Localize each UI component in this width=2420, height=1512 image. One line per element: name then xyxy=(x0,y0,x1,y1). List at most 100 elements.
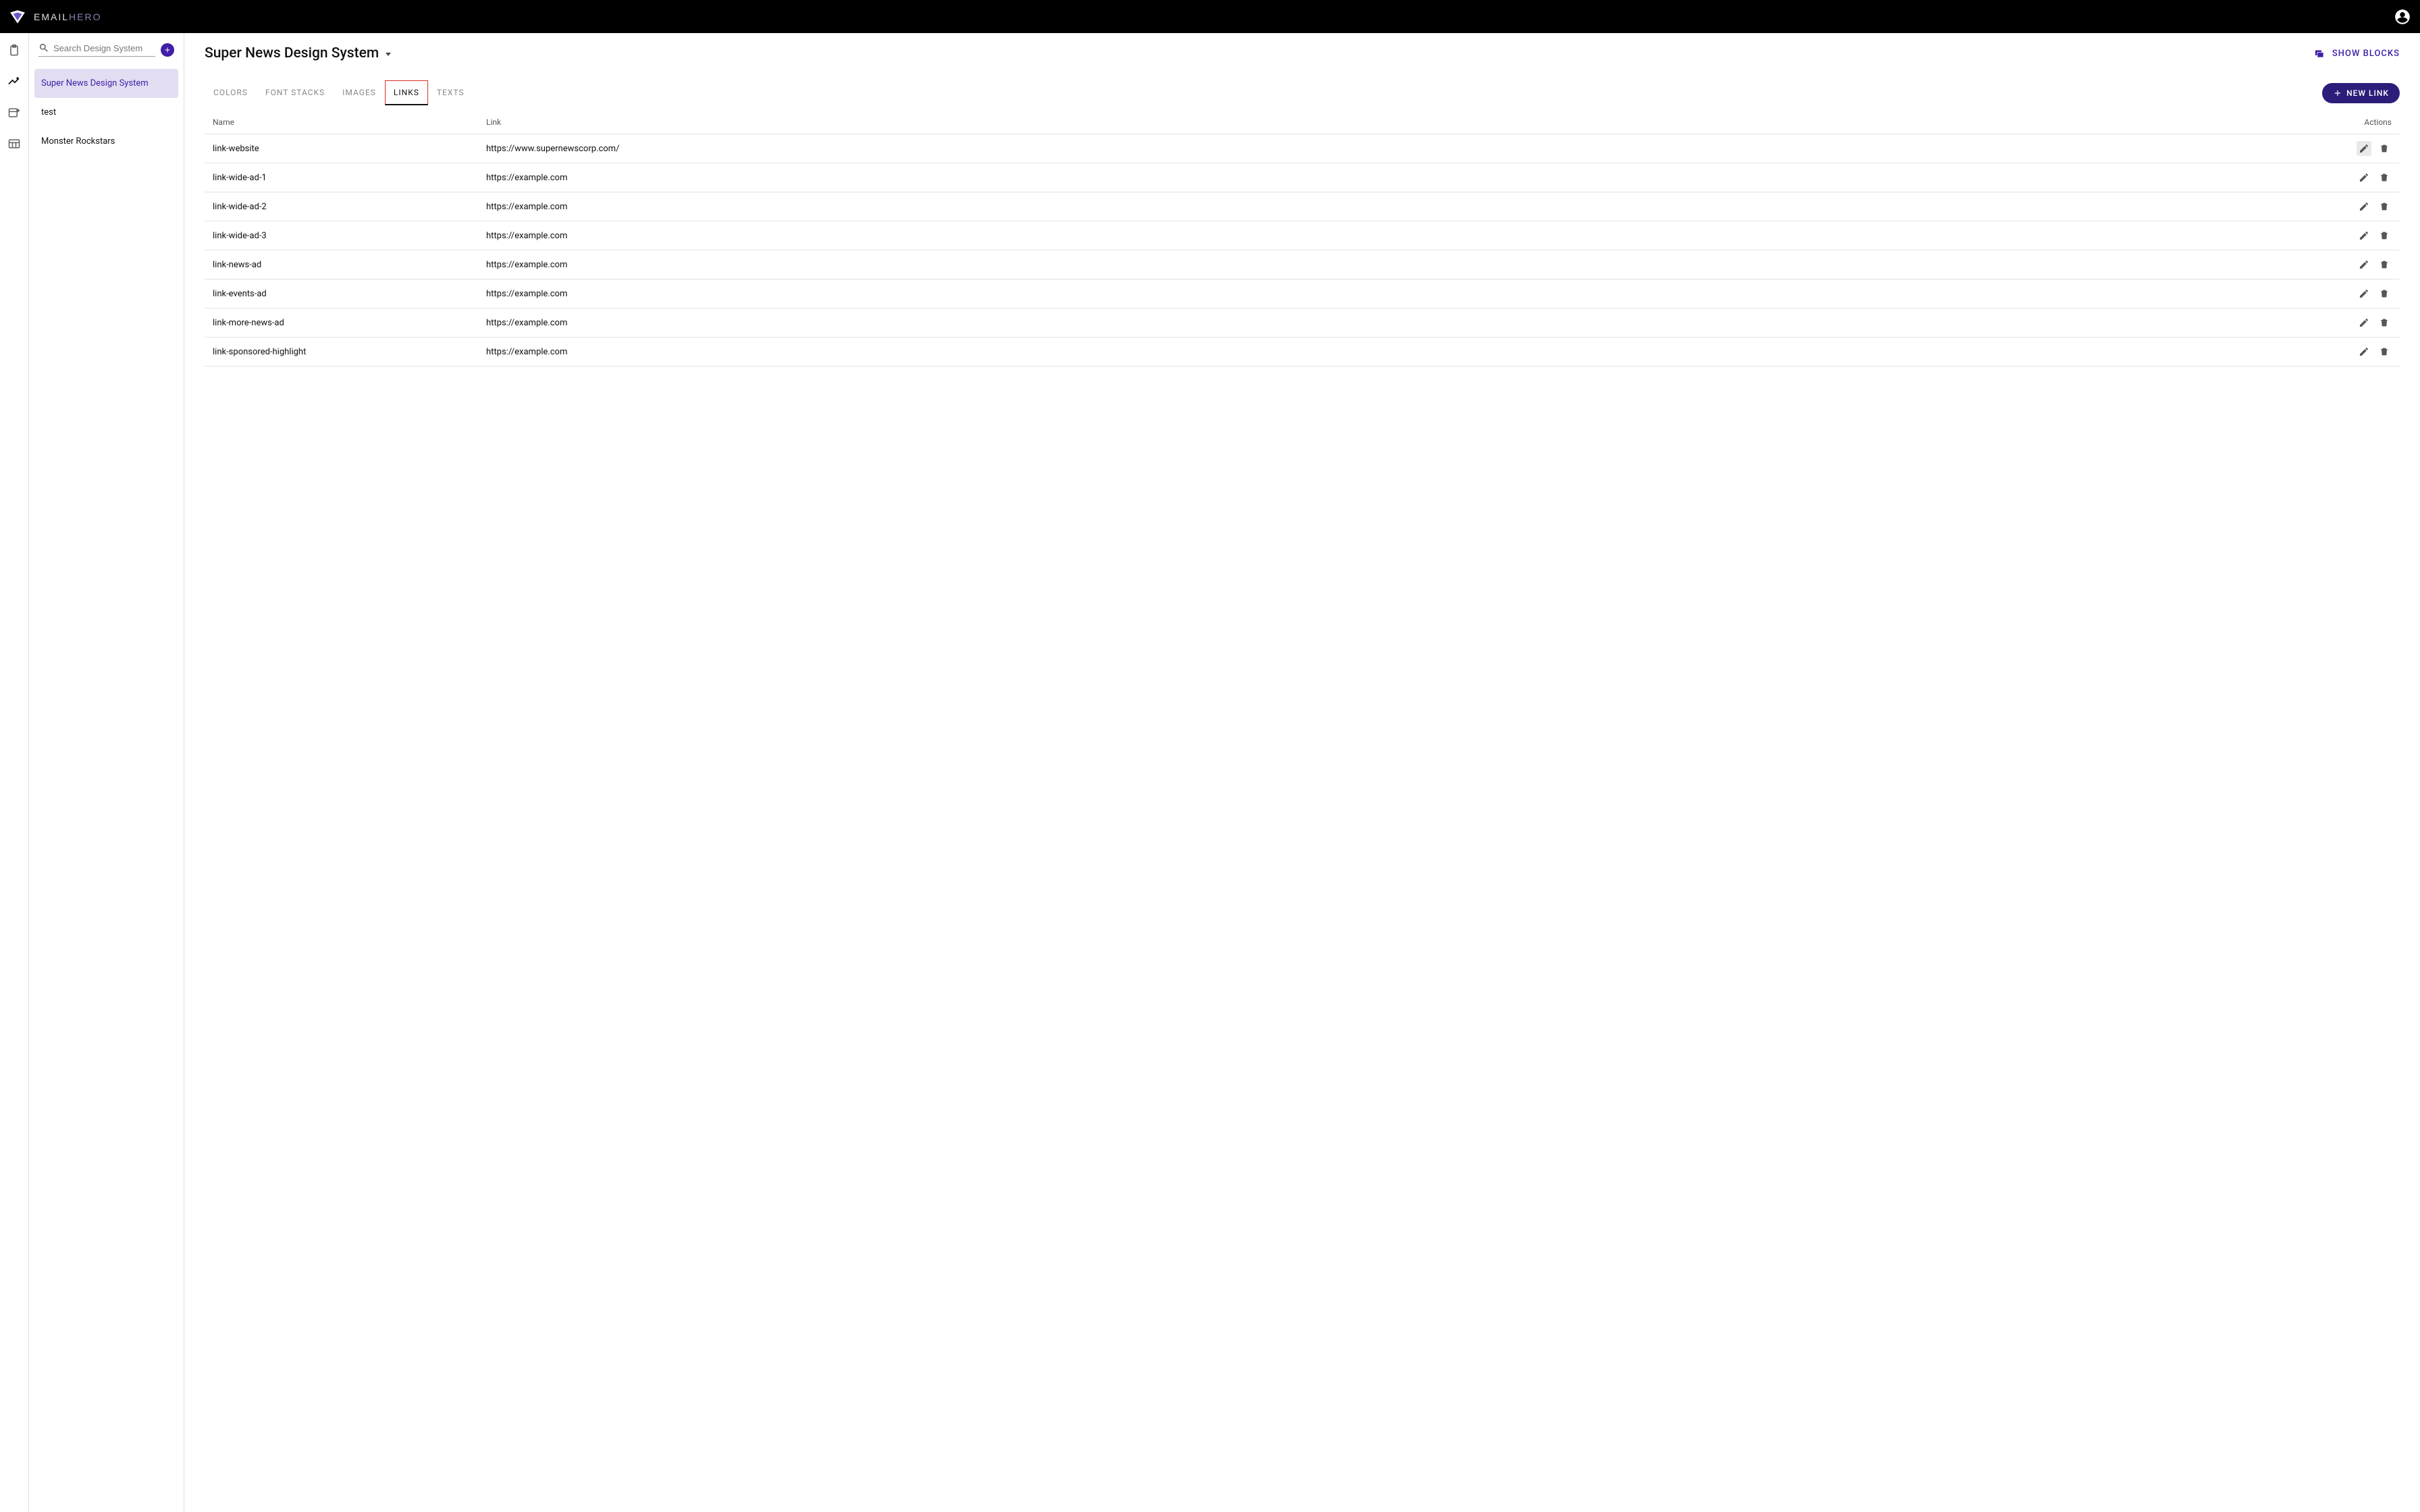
cell-actions xyxy=(2338,170,2392,185)
delete-button[interactable] xyxy=(2377,286,2392,301)
edit-button[interactable] xyxy=(2357,141,2371,156)
tab-texts[interactable]: TEXTS xyxy=(428,80,473,105)
table-row: link-wide-ad-1https://example.com xyxy=(205,163,2400,192)
pencil-icon xyxy=(2359,288,2369,299)
cell-link: https://example.com xyxy=(486,260,2338,270)
pencil-icon xyxy=(2359,346,2369,357)
edit-button[interactable] xyxy=(2357,228,2371,243)
table-row: link-news-adhttps://example.com xyxy=(205,250,2400,279)
cell-actions xyxy=(2338,344,2392,359)
rail-item-add-block[interactable] xyxy=(6,105,22,121)
pencil-icon xyxy=(2359,143,2369,154)
cell-link: https://example.com xyxy=(486,231,2338,241)
th-actions: Actions xyxy=(2338,117,2392,127)
trash-icon xyxy=(2379,288,2390,299)
edit-button[interactable] xyxy=(2357,286,2371,301)
new-link-button[interactable]: NEW LINK xyxy=(2322,83,2400,103)
table-header: Name Link Actions xyxy=(205,111,2400,134)
table-row: link-sponsored-highlighthttps://example.… xyxy=(205,337,2400,367)
search-input[interactable] xyxy=(53,43,155,53)
trash-icon xyxy=(2379,143,2390,154)
sidebar-item[interactable]: Monster Rockstars xyxy=(34,127,178,156)
tabs: COLORSFONT STACKSIMAGESLINKSTEXTS xyxy=(205,80,473,105)
delete-button[interactable] xyxy=(2377,315,2392,330)
brand[interactable]: EMAIL HERO xyxy=(8,7,101,26)
links-table: Name Link Actions link-websitehttps://ww… xyxy=(205,111,2400,367)
new-design-system-button[interactable] xyxy=(161,43,174,57)
trash-icon xyxy=(2379,172,2390,183)
rail-item-design[interactable] xyxy=(6,74,22,90)
delete-button[interactable] xyxy=(2377,257,2392,272)
edit-button[interactable] xyxy=(2357,344,2371,359)
pencil-icon xyxy=(2359,259,2369,270)
delete-button[interactable] xyxy=(2377,344,2392,359)
cell-name: link-events-ad xyxy=(213,289,486,299)
cell-name: link-wide-ad-3 xyxy=(213,231,486,241)
cell-link: https://example.com xyxy=(486,318,2338,328)
tab-font-stacks[interactable]: FONT STACKS xyxy=(257,80,334,105)
new-link-label: NEW LINK xyxy=(2346,88,2389,98)
brand-text-part1: EMAIL xyxy=(34,11,69,22)
page-title: Super News Design System xyxy=(205,45,379,61)
plus-icon xyxy=(2333,88,2342,98)
pencil-icon xyxy=(2359,230,2369,241)
trash-icon xyxy=(2379,346,2390,357)
sidebar-item[interactable]: Super News Design System xyxy=(34,69,178,98)
title-dropdown[interactable]: Super News Design System xyxy=(205,45,391,61)
cell-actions xyxy=(2338,228,2392,243)
search-row xyxy=(34,43,178,57)
design-system-list: Super News Design SystemtestMonster Rock… xyxy=(34,69,178,156)
tab-images[interactable]: IMAGES xyxy=(334,80,385,105)
table-row: link-websitehttps://www.supernewscorp.co… xyxy=(205,134,2400,163)
brand-logo-icon xyxy=(8,7,27,26)
trash-icon xyxy=(2379,317,2390,328)
tab-links[interactable]: LINKS xyxy=(385,80,428,105)
cell-name: link-more-news-ad xyxy=(213,318,486,328)
topbar: EMAIL HERO xyxy=(0,0,2420,33)
search-icon xyxy=(38,43,49,53)
trash-icon xyxy=(2379,201,2390,212)
table-body: link-websitehttps://www.supernewscorp.co… xyxy=(205,134,2400,367)
sidebar-item[interactable]: test xyxy=(34,98,178,127)
cell-name: link-wide-ad-1 xyxy=(213,173,486,183)
delete-button[interactable] xyxy=(2377,228,2392,243)
cell-actions xyxy=(2338,141,2392,156)
trash-icon xyxy=(2379,230,2390,241)
cell-name: link-news-ad xyxy=(213,260,486,270)
content-header: Super News Design System SHOW BLOCKS xyxy=(205,45,2400,61)
edit-button[interactable] xyxy=(2357,315,2371,330)
brand-text-part2: HERO xyxy=(69,11,101,22)
cell-actions xyxy=(2338,257,2392,272)
show-blocks-button[interactable]: SHOW BLOCKS xyxy=(2313,47,2400,59)
tabs-row: COLORSFONT STACKSIMAGESLINKSTEXTS NEW LI… xyxy=(205,80,2400,105)
cell-link: https://example.com xyxy=(486,202,2338,212)
show-blocks-label: SHOW BLOCKS xyxy=(2332,49,2400,59)
cell-link: https://example.com xyxy=(486,347,2338,357)
pencil-icon xyxy=(2359,172,2369,183)
th-name: Name xyxy=(213,117,486,127)
cell-link: https://example.com xyxy=(486,173,2338,183)
tab-colors[interactable]: COLORS xyxy=(205,80,257,105)
sidebar: Super News Design SystemtestMonster Rock… xyxy=(29,33,184,1512)
delete-button[interactable] xyxy=(2377,141,2392,156)
edit-button[interactable] xyxy=(2357,170,2371,185)
blocks-icon xyxy=(2313,47,2325,59)
th-link: Link xyxy=(486,117,2338,127)
account-button[interactable] xyxy=(2393,7,2412,26)
table-row: link-wide-ad-3https://example.com xyxy=(205,221,2400,250)
search-wrap xyxy=(38,43,155,57)
table-row: link-wide-ad-2https://example.com xyxy=(205,192,2400,221)
edit-button[interactable] xyxy=(2357,257,2371,272)
edit-button[interactable] xyxy=(2357,199,2371,214)
cell-link: https://www.supernewscorp.com/ xyxy=(486,144,2338,154)
cell-name: link-website xyxy=(213,144,486,154)
delete-button[interactable] xyxy=(2377,170,2392,185)
main: Super News Design SystemtestMonster Rock… xyxy=(0,33,2420,1512)
rail-item-grid[interactable] xyxy=(6,136,22,152)
brand-text: EMAIL HERO xyxy=(34,11,101,22)
cell-link: https://example.com xyxy=(486,289,2338,299)
rail-item-clipboard[interactable] xyxy=(6,43,22,59)
delete-button[interactable] xyxy=(2377,199,2392,214)
icon-rail xyxy=(0,33,29,1512)
cell-actions xyxy=(2338,315,2392,330)
